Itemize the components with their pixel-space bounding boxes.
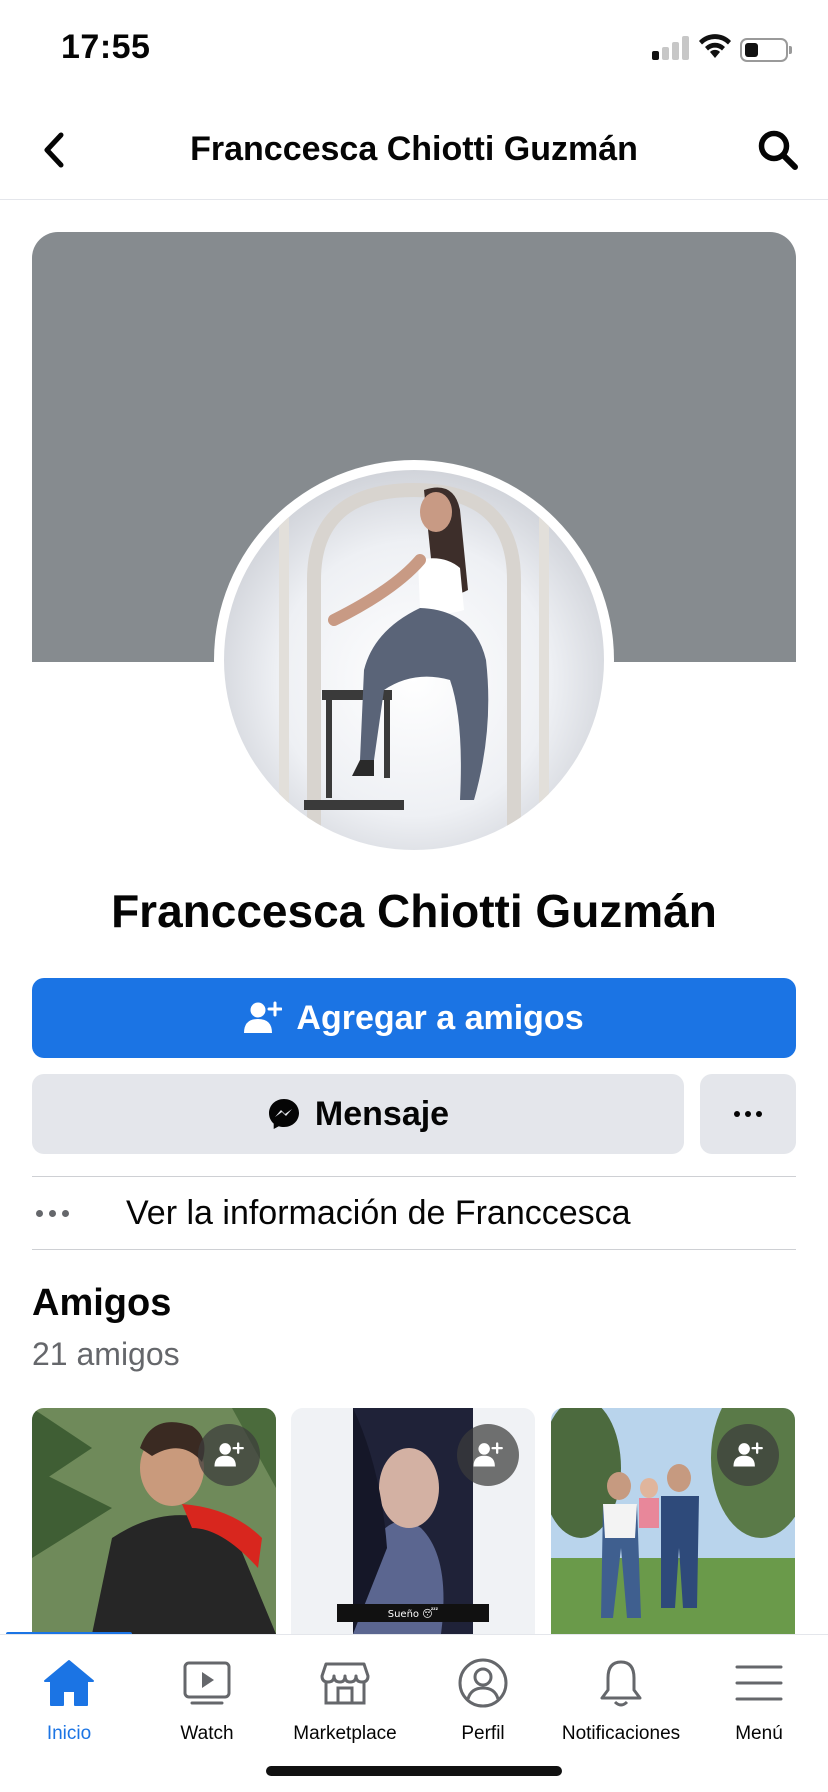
tab-notificaciones[interactable]: Notificaciones <box>552 1635 690 1755</box>
add-friend-icon <box>214 1442 244 1467</box>
see-info-label: Ver la información de Franccesca <box>126 1193 631 1232</box>
tab-menu[interactable]: Menú <box>690 1635 828 1755</box>
add-friend-label: Agregar a amigos <box>296 998 584 1037</box>
add-friend-icon <box>473 1442 503 1467</box>
friends-section-title: Amigos <box>32 1282 172 1324</box>
cellular-signal-icon <box>652 36 692 60</box>
add-friend-button[interactable]: Agregar a amigos <box>32 978 796 1058</box>
more-options-button[interactable] <box>700 1074 796 1154</box>
nav-header: Franccesca Chiotti Guzmán <box>0 100 828 200</box>
add-friend-badge[interactable] <box>457 1424 519 1486</box>
tab-marketplace[interactable]: Marketplace <box>276 1635 414 1755</box>
profile-photo <box>224 470 604 850</box>
search-icon <box>758 130 798 170</box>
tab-watch[interactable]: Watch <box>138 1635 276 1755</box>
tab-label: Perfil <box>461 1723 505 1744</box>
add-friend-icon <box>244 1001 283 1033</box>
home-indicator <box>266 1766 562 1776</box>
add-friend-icon <box>733 1442 763 1467</box>
page-title: Franccesca Chiotti Guzmán <box>190 130 638 168</box>
tab-label: Inicio <box>46 1723 92 1744</box>
bell-icon <box>600 1660 642 1707</box>
chevron-left-icon <box>44 132 64 168</box>
message-label: Mensaje <box>314 1094 450 1133</box>
profile-icon <box>458 1658 508 1708</box>
menu-icon <box>735 1665 783 1701</box>
tab-label: Notificaciones <box>561 1723 681 1744</box>
tab-label: Marketplace <box>293 1723 397 1744</box>
profile-avatar[interactable] <box>214 460 614 860</box>
search-button[interactable] <box>750 122 806 178</box>
friend-card[interactable] <box>551 1408 795 1634</box>
wifi-icon <box>699 34 731 58</box>
friend-card[interactable]: Sueño 😴 <box>291 1408 535 1634</box>
tab-perfil[interactable]: Perfil <box>414 1635 552 1755</box>
tab-label: Watch <box>180 1723 234 1744</box>
friend-card[interactable] <box>32 1408 276 1634</box>
divider <box>32 1249 796 1250</box>
marketplace-icon <box>320 1662 370 1705</box>
see-info-row[interactable]: Ver la información de Franccesca <box>32 1177 796 1249</box>
watch-icon <box>183 1661 231 1705</box>
battery-icon <box>740 38 792 62</box>
tab-inicio[interactable]: Inicio <box>0 1635 138 1755</box>
messenger-icon <box>268 1099 299 1129</box>
more-icon <box>734 1111 762 1117</box>
home-icon <box>44 1660 94 1706</box>
photo-caption: Sueño 😴 <box>388 1607 439 1620</box>
tab-label: Menú <box>735 1723 783 1744</box>
status-bar: 17:55 <box>0 0 828 100</box>
add-friend-badge[interactable] <box>717 1424 779 1486</box>
profile-name: Franccesca Chiotti Guzmán <box>111 885 717 937</box>
back-button[interactable] <box>28 124 80 176</box>
friends-count[interactable]: 21 amigos <box>32 1336 180 1373</box>
message-button[interactable]: Mensaje <box>32 1074 684 1154</box>
ellipsis-icon <box>32 1209 96 1217</box>
add-friend-badge[interactable] <box>198 1424 260 1486</box>
status-time: 17:55 <box>61 28 151 66</box>
